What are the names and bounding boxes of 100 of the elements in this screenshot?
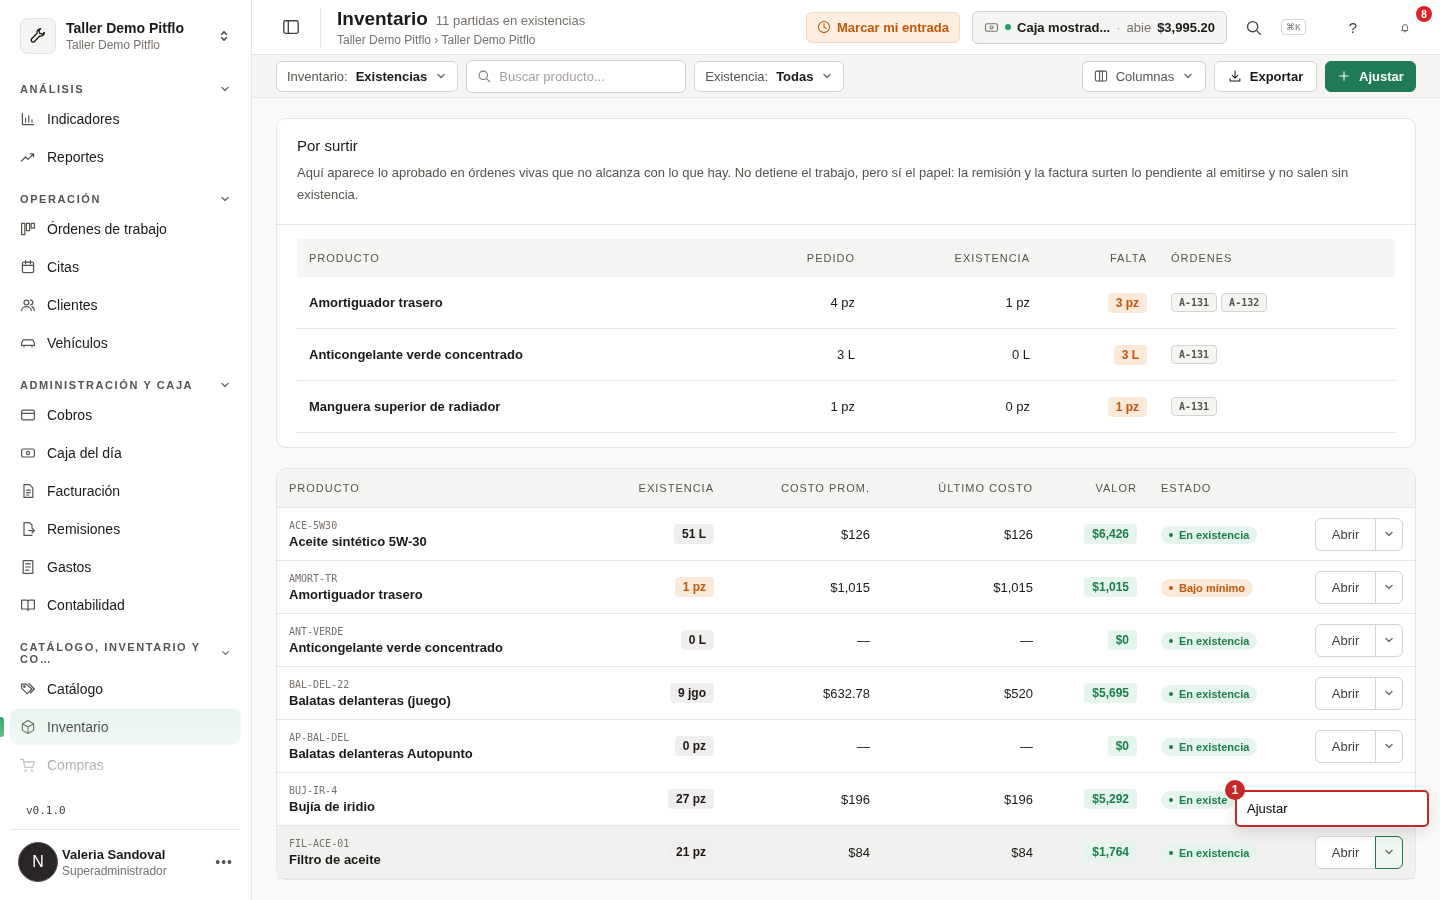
export-button[interactable]: Exportar: [1214, 60, 1317, 92]
table-cell-text: $126: [840, 526, 870, 542]
status-badge: En existencia: [1161, 631, 1258, 650]
tags-icon: [20, 681, 36, 697]
section-heading: ADMINISTRACIÓN Y CAJA: [20, 379, 194, 391]
open-button[interactable]: Abrir: [1316, 571, 1376, 603]
table-cell-text: Amortiguador trasero: [309, 295, 444, 310]
cart-icon: [20, 757, 36, 773]
clock-in-button[interactable]: Marcar mi entrada: [806, 11, 960, 43]
sidebar-item[interactable]: Reportes: [10, 139, 241, 175]
section-heading: OPERACIÓN: [20, 193, 102, 205]
status-badge: En existencia: [1161, 843, 1258, 862]
open-button[interactable]: Abrir: [1316, 624, 1376, 656]
table-cell-text: $632.78: [822, 685, 870, 701]
sidebar-item[interactable]: Clientes: [10, 287, 241, 323]
filter-dropdown[interactable]: Existencia: Todas: [694, 60, 845, 92]
sidebar-item[interactable]: Gastos: [10, 549, 241, 585]
sidebar-item[interactable]: Vehículos: [10, 325, 241, 361]
stock-badge: 0 L: [680, 630, 714, 650]
sidebar-item[interactable]: Órdenes de trabajo: [10, 211, 241, 247]
search-icon: [1245, 18, 1263, 36]
status-badge: En existencia: [1161, 525, 1258, 544]
split-button[interactable]: Abrir: [1315, 623, 1403, 657]
sidebar-toggle-icon[interactable]: [282, 18, 300, 36]
menu-item[interactable]: Ajustar: [1237, 791, 1427, 825]
open-button[interactable]: Abrir: [1316, 730, 1376, 762]
workspace-subtitle: Taller Demo Pitflo: [66, 38, 162, 52]
calendar-icon: [20, 259, 36, 275]
sidebar-item[interactable]: Indicadores: [10, 101, 241, 137]
table-cell-text: 1 pz: [1004, 295, 1030, 310]
clock-icon: [817, 20, 831, 34]
file-export-icon: [20, 521, 36, 537]
table-cell-text: —: [1019, 738, 1033, 754]
split-button[interactable]: Abrir: [1315, 570, 1403, 604]
table-cell-text: 0 pz: [1004, 399, 1030, 414]
download-icon: [1227, 69, 1242, 83]
split-button[interactable]: Abrir: [1315, 517, 1403, 551]
sku-text: BUJ-IR-4: [289, 784, 339, 796]
split-button[interactable]: Abrir: [1315, 729, 1403, 763]
sidebar-item[interactable]: Cobros: [10, 397, 241, 433]
stock-badge: 51 L: [674, 524, 714, 544]
columns-icon: [1093, 69, 1108, 83]
help-button[interactable]: ?: [1338, 12, 1368, 42]
order-tag[interactable]: A-131: [1171, 293, 1218, 312]
card-title: Por surtir: [297, 137, 359, 154]
sidebar-item[interactable]: Contabilidad: [10, 587, 241, 623]
split-button[interactable]: Abrir: [1315, 835, 1403, 869]
card-description: Aquí aparece lo aprobado en órdenes vivas que no alcanza con lo que hay. No detiene el trabajo, pero sí el papel: la remisión y la factura surten lo pendiente al emitirse y no salen sin existencia.: [297, 164, 1350, 204]
split-button[interactable]: Abrir: [1315, 676, 1403, 710]
sidebar-item[interactable]: Remisiones: [10, 511, 241, 547]
box-icon: [20, 719, 36, 735]
order-tag[interactable]: A-132: [1221, 293, 1268, 312]
open-button[interactable]: Abrir: [1316, 677, 1376, 709]
order-tag[interactable]: A-131: [1171, 397, 1218, 416]
wrench-icon: [29, 27, 47, 45]
stock-badge: 27 pz: [668, 789, 714, 809]
order-tag[interactable]: A-131: [1171, 345, 1218, 364]
page-subtitle: 11 partidas en existencias: [435, 12, 586, 28]
value-badge: $1,764: [1084, 842, 1137, 862]
version-label: v0.1.0: [25, 803, 67, 819]
section-heading: ANÁLISIS: [20, 83, 85, 95]
more-button[interactable]: •••: [215, 854, 233, 870]
adjust-button[interactable]: Ajustar: [1325, 60, 1416, 92]
table-cell-text: $84: [847, 844, 870, 860]
sidebar-item[interactable]: Catálogo: [10, 671, 241, 707]
sidebar-item[interactable]: Caja del día: [10, 435, 241, 471]
table-cell-text: $196: [1003, 791, 1033, 807]
table-row[interactable]: AMORT-TR Amortiguador trasero 1 pz $1,015 $1,015 $1,015 Bajo mínimo Abrir: [277, 561, 1415, 614]
breadcrumb: Taller Demo Pitflo › Taller Demo Pitflo: [337, 32, 537, 47]
cash-register-button[interactable]: Caja mostrad... · abie $3,995.20: [972, 10, 1227, 44]
receipt-icon: [20, 559, 36, 575]
table-cell-text: 4 pz: [829, 295, 855, 310]
book-icon: [20, 597, 36, 613]
table-cell-text: $84: [1010, 844, 1033, 860]
sidebar-item[interactable]: Facturación: [10, 473, 241, 509]
page-title: Inventario: [337, 7, 428, 30]
open-button[interactable]: Abrir: [1316, 518, 1376, 550]
dropdown-toggle[interactable]: [1376, 836, 1402, 868]
sku-text: AMORT-TR: [289, 572, 339, 584]
sku-text: FIL-ACE-01: [289, 837, 351, 849]
table-row[interactable]: BAL-DEL-22 Balatas delanteras (juego) 9 jgo $632.78 $520 $5,695 En existencia Abrir: [277, 667, 1415, 720]
shortcut-hint: ⌘K: [1281, 19, 1306, 35]
stock-badge: 0 pz: [674, 736, 714, 756]
table-cell-text: 1 pz: [829, 399, 855, 414]
table-row[interactable]: AP-BAL-DEL Balatas delanteras Autopunto 0 pz — — $0 En existencia Abrir: [277, 720, 1415, 773]
document-icon: [20, 483, 36, 499]
filter-dropdown[interactable]: Inventario: Existencias: [276, 60, 459, 92]
columns-button[interactable]: Columnas: [1082, 60, 1206, 92]
stock-badge: 1 pz: [674, 577, 714, 597]
sku-text: BAL-DEL-22: [289, 678, 351, 690]
people-icon: [20, 297, 36, 313]
shortage-badge: 3 pz: [1107, 292, 1147, 313]
status-badge: En existencia: [1161, 737, 1258, 756]
active-indicator: [0, 717, 4, 737]
table-cell-text: $520: [1003, 685, 1033, 701]
table-row[interactable]: ANT-VERDE Anticongelante verde concentrado 0 L — — $0 En existencia Abrir: [277, 614, 1415, 667]
sidebar-item[interactable]: Citas: [10, 249, 241, 285]
table-cell-text: —: [1019, 632, 1033, 648]
table-row[interactable]: ACE-5W30 Aceite sintético 5W-30 51 L $126 $126 $6,426 En existencia Abrir: [277, 508, 1415, 561]
sidebar-item[interactable]: Inventario: [10, 709, 241, 745]
